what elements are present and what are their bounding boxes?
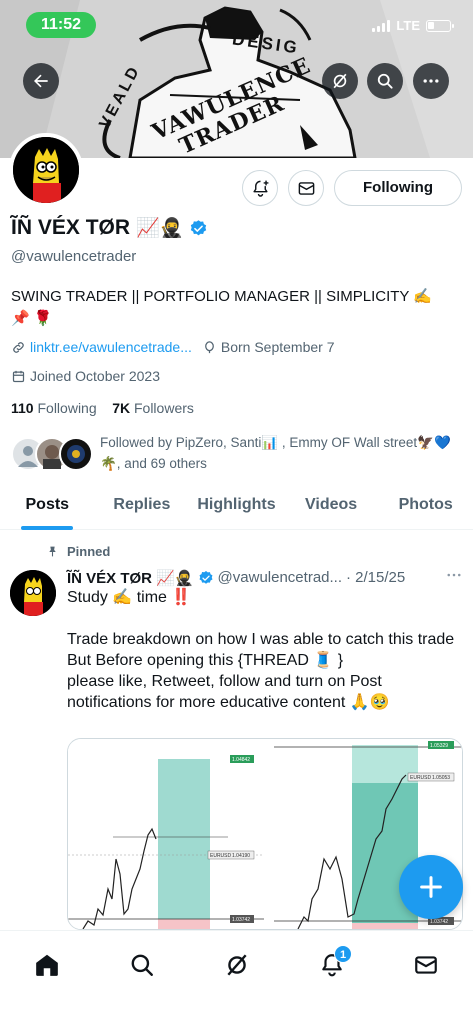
tweet-author-avatar[interactable] xyxy=(10,570,56,616)
bottom-navigation: 1 xyxy=(0,930,473,1024)
bell-plus-icon xyxy=(252,180,268,197)
pinned-label: Pinned xyxy=(67,544,111,559)
notifications-badge: 1 xyxy=(334,945,352,963)
grok-button[interactable] xyxy=(322,63,358,99)
tweet-author-handle: @vawulencetrad... xyxy=(217,569,342,586)
display-name: ĨÑ VÉX TØR 📈🥷 xyxy=(11,216,208,240)
display-name-text: ĨÑ VÉX TØR xyxy=(11,216,131,239)
left-chart-price: 1.04190 xyxy=(232,853,250,859)
left-chart-target: 1.04842 xyxy=(232,757,250,763)
following-button[interactable]: Following xyxy=(334,170,462,206)
envelope-icon xyxy=(298,181,314,195)
left-chart-stop: 1.03742 xyxy=(232,917,250,923)
signal-icon xyxy=(372,19,391,32)
home-icon xyxy=(36,954,58,976)
search-icon xyxy=(131,954,153,976)
right-chart-stop: 1.03742 xyxy=(430,919,448,925)
status-indicators: LTE xyxy=(372,18,454,33)
more-options-button[interactable] xyxy=(413,63,449,99)
grok-icon xyxy=(227,954,247,976)
nav-messages[interactable] xyxy=(404,943,448,987)
right-chart-target: 1.05329 xyxy=(430,743,448,749)
profile-meta-row: linktr.ee/vawulencetrade... Born Septemb… xyxy=(11,339,335,355)
profile-link[interactable]: linktr.ee/vawulencetrade... xyxy=(30,339,192,355)
display-name-emoji: 📈🥷 xyxy=(136,218,184,239)
envelope-icon xyxy=(415,956,437,974)
followers-link[interactable]: 7K Followers xyxy=(112,400,194,416)
tweet-more-button[interactable] xyxy=(445,566,463,589)
tweet-author-name[interactable]: ĨÑ VÉX TØR 📈🥷 xyxy=(67,569,194,587)
calendar-icon xyxy=(12,370,25,382)
more-horizontal-icon xyxy=(447,573,461,577)
tweet-date: · 2/15/25 xyxy=(346,569,406,586)
status-time: 11:52 xyxy=(26,12,96,38)
profile-avatar[interactable] xyxy=(9,133,83,207)
tab-photos[interactable]: Photos xyxy=(378,482,473,529)
nav-search[interactable] xyxy=(120,943,164,987)
tweet-text: Study ✍️ time ‼️ Trade breakdown on how … xyxy=(67,589,455,711)
nav-home[interactable] xyxy=(25,943,69,987)
follow-counts: 110 Following 7K Followers xyxy=(11,400,194,416)
following-link[interactable]: 110 Following xyxy=(11,400,97,416)
search-button[interactable] xyxy=(367,63,403,99)
tab-videos[interactable]: Videos xyxy=(284,482,379,529)
following-label: Following xyxy=(37,400,97,416)
avatar-image xyxy=(13,137,79,203)
profile-born: Born September 7 xyxy=(220,339,335,355)
verified-badge-icon xyxy=(199,570,213,584)
profile-joined-row: Joined October 2023 xyxy=(11,368,160,384)
following-count: 110 xyxy=(11,400,34,416)
profile-joined: Joined October 2023 xyxy=(30,368,160,384)
pin-icon xyxy=(49,546,56,557)
bio-line-1: SWING TRADER || PORTFOLIO MANAGER || SIM… xyxy=(11,288,432,305)
profile-banner[interactable]: DESIG VEALD VAWULENCE TRADER 11:52 LTE xyxy=(0,0,473,158)
grok-icon xyxy=(333,73,347,89)
followers-count: 7K xyxy=(112,400,131,416)
message-button[interactable] xyxy=(288,170,324,206)
profile-bio: SWING TRADER || PORTFOLIO MANAGER || SIM… xyxy=(11,286,461,330)
battery-icon xyxy=(426,19,454,32)
back-button[interactable] xyxy=(23,63,59,99)
profile-handle: @vawulencetrader xyxy=(11,248,137,265)
balloon-icon xyxy=(205,340,214,353)
tweet-header: ĨÑ VÉX TØR 📈🥷 @vawulencetrad... · 2/15/2… xyxy=(67,566,463,589)
profile-tabs: Posts Replies Highlights Videos Photos xyxy=(0,482,473,530)
search-icon xyxy=(377,73,393,89)
tab-posts[interactable]: Posts xyxy=(0,482,95,529)
tab-replies[interactable]: Replies xyxy=(95,482,190,529)
notify-button[interactable] xyxy=(242,170,278,206)
home-indicator xyxy=(164,1011,309,1016)
followed-by-avatars[interactable] xyxy=(11,437,93,473)
more-horizontal-icon xyxy=(423,79,439,83)
followers-label: Followers xyxy=(133,400,194,416)
right-chart-price: 1.05053 xyxy=(432,775,450,781)
compose-post-button[interactable] xyxy=(399,855,463,919)
tab-highlights[interactable]: Highlights xyxy=(189,482,284,529)
follower-avatar xyxy=(59,437,93,471)
avatar-image xyxy=(10,570,56,616)
plus-icon xyxy=(420,876,442,898)
verified-badge-icon[interactable] xyxy=(189,219,208,238)
followed-by-text[interactable]: Followed by PipZero, Santi📊 , Emmy OF Wa… xyxy=(100,432,462,474)
pinned-indicator: Pinned xyxy=(46,544,110,559)
link-icon xyxy=(13,341,24,353)
nav-notifications[interactable]: 1 xyxy=(310,943,354,987)
bio-line-2: 📌 🌹 xyxy=(11,310,53,327)
network-label: LTE xyxy=(396,18,420,33)
right-chart-pair: EURUSD xyxy=(410,775,432,781)
arrow-left-icon xyxy=(34,74,48,88)
left-chart-pair: EURUSD xyxy=(210,853,232,859)
nav-grok[interactable] xyxy=(215,943,259,987)
